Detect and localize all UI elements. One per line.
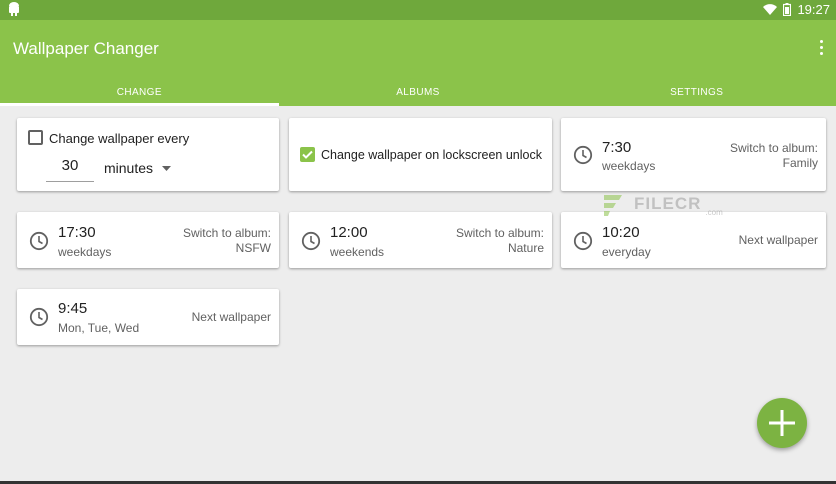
schedule-action: Switch to album: Family [730, 141, 818, 171]
battery-icon [783, 3, 792, 16]
watermark-suffix: .com [705, 207, 723, 217]
schedule-days: weekends [330, 245, 385, 259]
schedule-card[interactable]: 9:45 Mon, Tue, Wed Next wallpaper [17, 289, 279, 345]
app-title: Wallpaper Changer [13, 39, 159, 58]
clock-icon [29, 307, 49, 327]
check-icon [302, 150, 313, 159]
schedule-action: Next wallpaper [739, 233, 818, 248]
watermark: FILECR .com [602, 191, 723, 217]
add-schedule-button[interactable] [757, 398, 807, 448]
interval-checkbox[interactable] [28, 130, 43, 145]
interval-checkbox-label: Change wallpaper every [49, 131, 190, 146]
schedule-action-label: Switch to album: [455, 226, 544, 240]
android-icon [9, 2, 19, 16]
schedule-days: Mon, Tue, Wed [58, 321, 140, 335]
add-icon [769, 410, 795, 436]
schedule-card[interactable]: 17:30 weekdays Switch to album: NSFW [17, 212, 279, 268]
schedule-action-label: Next wallpaper [191, 310, 271, 324]
schedule-card[interactable]: 10:20 everyday Next wallpaper [561, 212, 826, 268]
interval-unit-select[interactable]: minutes [104, 158, 172, 178]
schedule-action: Next wallpaper [192, 310, 271, 325]
schedule-action-label: Switch to album: [729, 141, 818, 155]
schedule-album-name: Nature [507, 241, 544, 255]
interval-unit-label: minutes [104, 160, 154, 176]
schedule-days: weekdays [602, 159, 656, 173]
app-bar: Wallpaper Changer CHANGE ALBUMS SETTINGS [0, 20, 836, 106]
clock-icon [301, 231, 321, 251]
schedule-time: 9:45 [58, 300, 88, 317]
schedule-time: 12:00 [330, 224, 368, 241]
status-bar: 19:27 [0, 0, 836, 20]
schedule-album-name: NSFW [235, 241, 271, 255]
status-time: 19:27 [797, 2, 830, 17]
clock-icon [29, 231, 49, 251]
dropdown-arrow-icon [162, 165, 172, 171]
tab-change[interactable]: CHANGE [0, 80, 279, 106]
schedule-days: everyday [602, 245, 651, 259]
lockscreen-checkbox[interactable] [300, 147, 315, 162]
schedule-action: Switch to album: NSFW [183, 226, 271, 256]
interval-value-input[interactable]: 30 [46, 156, 94, 182]
schedule-time: 10:20 [602, 224, 640, 241]
schedule-days: weekdays [58, 245, 112, 259]
schedule-album-name: Family [782, 156, 818, 170]
lockscreen-label: Change wallpaper on lockscreen unlock [321, 148, 542, 162]
wifi-icon [763, 3, 778, 15]
schedule-time: 7:30 [602, 139, 632, 156]
clock-icon [573, 145, 593, 165]
interval-card: Change wallpaper every 30 minutes [17, 118, 279, 191]
schedule-card[interactable]: 12:00 weekends Switch to album: Nature [289, 212, 552, 268]
tab-bar: CHANGE ALBUMS SETTINGS [0, 80, 836, 106]
schedule-time: 17:30 [58, 224, 96, 241]
clock-icon [573, 231, 593, 251]
watermark-text: FILECR [634, 194, 702, 213]
tab-settings[interactable]: SETTINGS [557, 80, 836, 106]
overflow-menu-icon[interactable] [816, 40, 826, 60]
schedule-action-label: Switch to album: [182, 226, 271, 240]
tab-albums[interactable]: ALBUMS [279, 80, 558, 106]
schedule-card[interactable]: 7:30 weekdays Switch to album: Family [561, 118, 826, 191]
schedule-action: Switch to album: Nature [456, 226, 544, 256]
schedule-action-label: Next wallpaper [738, 233, 818, 247]
watermark-logo-icon [604, 195, 622, 216]
lockscreen-card: Change wallpaper on lockscreen unlock [289, 118, 552, 191]
